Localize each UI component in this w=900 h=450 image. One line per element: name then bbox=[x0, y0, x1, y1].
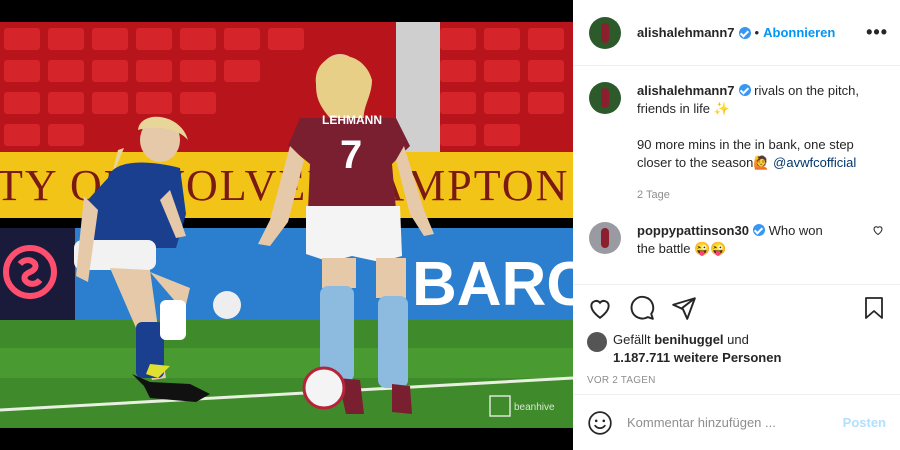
comment-text: Who won bbox=[768, 223, 823, 238]
football-scene: TY OF WOLVERHAMPTON BARC bbox=[0, 0, 573, 450]
separator-dot: • bbox=[754, 25, 760, 40]
caption-line-4: closer to the season bbox=[637, 155, 754, 170]
post-actions: Gefällt benihuggel und 1.187.711 weitere… bbox=[573, 284, 900, 394]
post-photo[interactable]: TY OF WOLVERHAMPTON BARC bbox=[0, 0, 573, 450]
more-options-icon[interactable]: ••• bbox=[866, 22, 888, 43]
commenter-avatar[interactable] bbox=[589, 222, 621, 254]
raising-hand-emoji: 🙋 bbox=[753, 155, 770, 170]
post-comment-button[interactable]: Posten bbox=[843, 415, 886, 430]
caption-line-2: friends in life bbox=[637, 101, 710, 116]
caption: alishalehmann7 rivals on the pitch, frie… bbox=[589, 82, 884, 204]
sparkle-emoji: ✨ bbox=[713, 101, 730, 116]
add-comment-bar: Kommentar hinzufügen ... Posten bbox=[573, 394, 900, 450]
liker-avatar[interactable] bbox=[587, 332, 607, 352]
ball-background bbox=[213, 291, 241, 319]
comments-section: alishalehmann7 rivals on the pitch, frie… bbox=[573, 66, 900, 284]
caption-line-3: 90 more mins in the in bank, one step bbox=[637, 137, 854, 152]
follow-button[interactable]: Abonnieren bbox=[763, 25, 835, 40]
ad-board-text: BARC bbox=[412, 250, 573, 319]
like-heart-icon[interactable] bbox=[587, 295, 613, 321]
comment-username[interactable]: poppypattinson30 bbox=[637, 223, 749, 238]
verified-badge-icon bbox=[738, 84, 751, 96]
jersey-name: LEHMANN bbox=[322, 113, 382, 127]
comment-input[interactable]: Kommentar hinzufügen ... bbox=[627, 415, 776, 430]
share-paper-plane-icon[interactable] bbox=[671, 295, 697, 321]
comment-emoji: 😜😜 bbox=[694, 241, 727, 256]
post-timestamp[interactable]: VOR 2 TAGEN bbox=[587, 375, 886, 386]
comment-text-2: the battle bbox=[637, 241, 691, 256]
caption-time[interactable]: 2 Tage bbox=[637, 186, 884, 204]
comment-item: poppypattinson30 Who won the battle 😜😜 bbox=[589, 222, 884, 258]
mention-link[interactable]: @avwfcofficial bbox=[773, 155, 856, 170]
watermark-text: beanhive bbox=[514, 402, 555, 413]
header-username[interactable]: alishalehmann7 bbox=[637, 25, 735, 40]
avatar[interactable] bbox=[589, 16, 621, 49]
caption-avatar[interactable] bbox=[589, 82, 621, 114]
emoji-smiley-icon[interactable] bbox=[587, 410, 613, 436]
comment-bubble-icon[interactable] bbox=[629, 295, 655, 321]
save-bookmark-icon[interactable] bbox=[862, 295, 886, 321]
verified-badge-icon bbox=[738, 26, 751, 39]
verified-badge-icon bbox=[752, 224, 765, 236]
post-header: alishalehmann7 • Abonnieren ••• bbox=[573, 0, 900, 66]
caption-line-1: rivals on the pitch, bbox=[754, 83, 859, 98]
caption-username[interactable]: alishalehmann7 bbox=[637, 83, 735, 98]
likes-count[interactable]: 1.187.711 weitere Personen bbox=[613, 350, 781, 365]
likes-summary: Gefällt benihuggel und 1.187.711 weitere… bbox=[587, 331, 886, 367]
ball bbox=[302, 366, 346, 410]
likes-middle: und bbox=[727, 332, 749, 347]
jersey-number: 7 bbox=[340, 133, 362, 177]
post-sidebar: alishalehmann7 • Abonnieren ••• alishale… bbox=[573, 0, 900, 450]
instagram-post-view: TY OF WOLVERHAMPTON BARC bbox=[0, 0, 900, 450]
liker-username[interactable]: benihuggel bbox=[654, 332, 723, 347]
likes-prefix: Gefällt bbox=[613, 332, 651, 347]
like-comment-heart-icon[interactable] bbox=[872, 224, 884, 236]
